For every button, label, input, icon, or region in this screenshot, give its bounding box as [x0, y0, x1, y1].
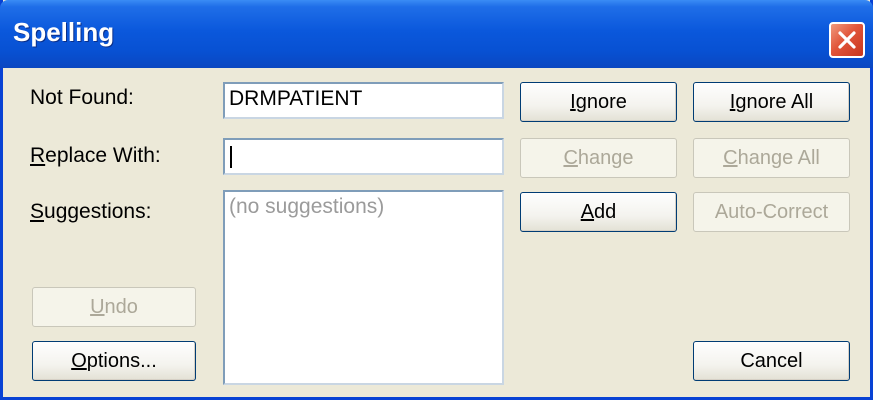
undo-button-label: Undo [90, 295, 138, 318]
suggestions-label: Suggestions: [30, 200, 152, 223]
add-button-label: Add [580, 200, 617, 223]
cancel-button[interactable]: Cancel [693, 341, 850, 381]
suggestions-list[interactable]: (no suggestions) [223, 190, 504, 385]
spelling-dialog: Spelling Not Found: Replace With: Sugges… [0, 0, 873, 400]
close-button[interactable] [829, 22, 865, 58]
ignore-button[interactable]: Ignore [520, 82, 677, 122]
add-button[interactable]: Add [520, 192, 677, 232]
not-found-label: Not Found: [30, 86, 134, 109]
change-button-label: Change [563, 146, 634, 169]
replace-with-input[interactable] [223, 138, 504, 175]
window-title: Spelling [13, 17, 115, 47]
suggestions-label-rest: uggestions: [44, 200, 152, 223]
ignore-all-button-label: Ignore All [729, 90, 814, 113]
ignore-button-label: Ignore [570, 90, 627, 113]
close-x-icon [838, 31, 856, 49]
change-all-button-label: Change All [723, 146, 820, 169]
replace-with-label-rest: eplace With: [45, 144, 161, 167]
auto-correct-button-label: Auto-Correct [714, 200, 829, 223]
change-button[interactable]: Change [520, 138, 677, 178]
title-bar[interactable]: Spelling [0, 0, 873, 68]
options-button-label: Options... [71, 349, 157, 372]
not-found-field[interactable]: DRMPATIENT [223, 82, 504, 119]
ignore-all-button[interactable]: Ignore All [693, 82, 850, 122]
options-button[interactable]: Options... [32, 341, 196, 381]
undo-button[interactable]: Undo [32, 287, 196, 327]
text-caret [230, 146, 232, 168]
change-all-button[interactable]: Change All [693, 138, 850, 178]
suggestions-placeholder: (no suggestions) [229, 195, 385, 218]
replace-with-label: Replace With: [30, 144, 161, 167]
auto-correct-button[interactable]: Auto-Correct [693, 192, 850, 232]
